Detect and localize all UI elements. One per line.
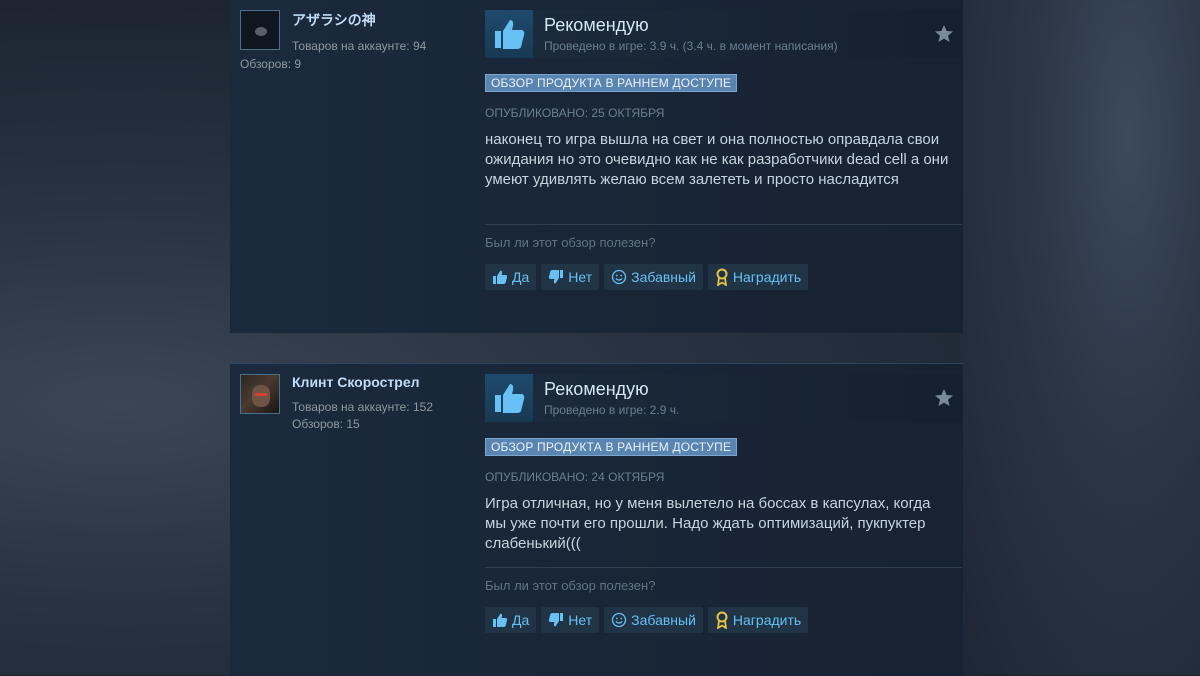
vote-yes-label: Да — [512, 269, 530, 285]
award-icon — [716, 268, 728, 286]
hours-played: Проведено в игре: 3.9 ч. (3.4 ч. в момен… — [544, 39, 838, 53]
review-text: Игра отличная, но у меня вылетело на бос… — [485, 495, 931, 552]
award-button[interactable]: Наградить — [707, 264, 809, 290]
avatar[interactable] — [240, 10, 280, 50]
star-icon[interactable] — [934, 388, 954, 413]
verdict-title: Рекомендую — [544, 379, 649, 399]
vote-no-label: Нет — [568, 269, 593, 285]
review-count[interactable]: Обзоров: 15 — [292, 417, 360, 431]
divider — [485, 567, 962, 568]
vote-no-button[interactable]: Нет — [541, 264, 600, 290]
award-icon — [716, 611, 728, 629]
posted-date: ОПУБЛИКОВАНО: 24 ОКТЯБРЯ — [485, 470, 665, 484]
verdict-title: Рекомендую — [544, 15, 649, 35]
smiley-icon — [611, 612, 627, 628]
vote-yes-button[interactable]: Да — [485, 264, 537, 290]
divider — [485, 224, 962, 225]
smiley-icon — [611, 269, 627, 285]
review-count[interactable]: Обзоров: 9 — [240, 57, 301, 71]
award-label: Наградить — [732, 269, 802, 285]
vote-funny-button[interactable]: Забавный — [604, 607, 703, 633]
thumbs-down-small-icon — [549, 613, 564, 627]
products-owned[interactable]: Товаров на аккаунте: 152 — [292, 400, 433, 414]
vote-yes-label: Да — [512, 612, 530, 628]
vote-funny-label: Забавный — [631, 612, 696, 628]
background-right — [960, 0, 1200, 675]
thumbs-up-small-icon — [493, 613, 508, 627]
vote-buttons: Да Нет Забавный Наградить — [485, 264, 809, 290]
review-card: Клинт Скорострел Товаров на аккаунте: 15… — [230, 363, 963, 676]
reviews-column: アザラシの神 Товаров на аккаунте: 94 Обзоров: … — [230, 0, 963, 676]
thumbs-up-small-icon — [493, 270, 508, 284]
username[interactable]: アザラシの神 — [292, 10, 376, 30]
review-card: アザラシの神 Товаров на аккаунте: 94 Обзоров: … — [230, 0, 963, 333]
avatar[interactable] — [240, 374, 280, 414]
thumbs-up-icon — [485, 374, 533, 422]
thumbs-down-small-icon — [549, 270, 564, 284]
vote-no-button[interactable]: Нет — [541, 607, 600, 633]
vote-buttons: Да Нет Забавный Наградить — [485, 607, 809, 633]
vote-no-label: Нет — [568, 612, 593, 628]
username[interactable]: Клинт Скорострел — [292, 374, 420, 390]
review-header[interactable]: Рекомендую Проведено в игре: 2.9 ч. — [485, 374, 962, 422]
review-text: наконец то игра вышла на свет и она полн… — [485, 131, 949, 188]
products-owned[interactable]: Товаров на аккаунте: 94 — [292, 39, 426, 53]
early-access-badge: ОБЗОР ПРОДУКТА В РАННЕМ ДОСТУПЕ — [485, 74, 738, 92]
posted-date: ОПУБЛИКОВАНО: 25 ОКТЯБРЯ — [485, 106, 665, 120]
star-icon[interactable] — [934, 24, 954, 49]
helpful-question: Был ли этот обзор полезен? — [485, 578, 656, 593]
award-label: Наградить — [732, 612, 802, 628]
vote-funny-button[interactable]: Забавный — [604, 264, 703, 290]
early-access-badge: ОБЗОР ПРОДУКТА В РАННЕМ ДОСТУПЕ — [485, 438, 738, 456]
vote-yes-button[interactable]: Да — [485, 607, 537, 633]
review-header[interactable]: Рекомендую Проведено в игре: 3.9 ч. (3.4… — [485, 10, 962, 58]
hours-played: Проведено в игре: 2.9 ч. — [544, 403, 680, 417]
award-button[interactable]: Наградить — [707, 607, 809, 633]
thumbs-up-icon — [485, 10, 533, 58]
helpful-question: Был ли этот обзор полезен? — [485, 235, 656, 250]
vote-funny-label: Забавный — [631, 269, 696, 285]
